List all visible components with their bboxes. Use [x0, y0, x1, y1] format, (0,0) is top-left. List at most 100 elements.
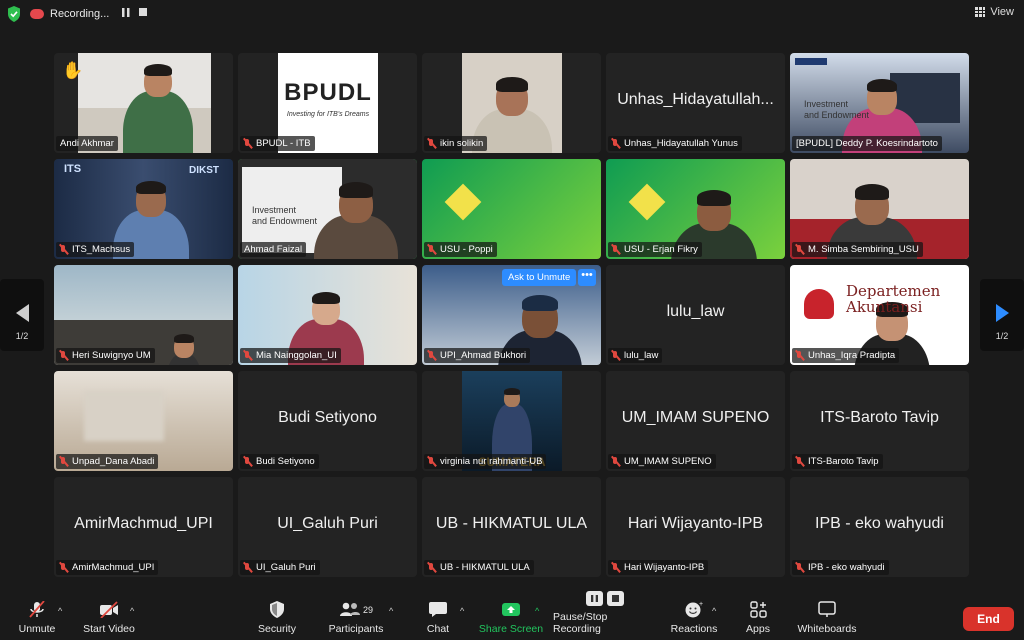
- participant-name: Mia Nainggolan_UI: [256, 350, 337, 361]
- participant-tile[interactable]: UM_IMAM SUPENO UM_IMAM SUPENO: [606, 371, 785, 471]
- participant-tile[interactable]: Mia Nainggolan_UI: [238, 265, 417, 365]
- muted-microphone-icon: [610, 562, 621, 573]
- participant-tile[interactable]: ✋ Andi Akhmar: [54, 53, 233, 153]
- participant-tile[interactable]: Hari Wijayanto-IPB Hari Wijayanto-IPB: [606, 477, 785, 577]
- reactions-button[interactable]: + Reactions: [670, 597, 718, 640]
- more-options-icon[interactable]: •••: [578, 269, 596, 286]
- participant-name-label: Heri Suwignyo UM: [56, 348, 155, 363]
- bpudl-logo: BPUDL: [284, 79, 372, 106]
- muted-microphone-icon: [58, 350, 69, 361]
- pause-stop-recording-label: Pause/Stop Recording: [553, 611, 608, 635]
- participant-tile[interactable]: Budi Setiyono Budi Setiyono: [238, 371, 417, 471]
- chat-button[interactable]: Chat: [420, 597, 456, 640]
- apps-label: Apps: [746, 623, 770, 635]
- apps-button[interactable]: Apps: [740, 597, 776, 640]
- participant-name-label: lulu_law: [608, 348, 663, 363]
- participant-name: Unhas_Iqra Pradipta: [808, 350, 896, 361]
- participant-name-label: ITS-Baroto Tavip: [792, 454, 883, 469]
- participants-caret-icon[interactable]: ^: [389, 606, 393, 616]
- participant-name-label: UB - HIKMATUL ULA: [424, 560, 534, 575]
- arrow-right-icon: [996, 304, 1009, 322]
- view-button[interactable]: View: [975, 6, 1014, 18]
- end-meeting-button[interactable]: End: [963, 607, 1014, 631]
- muted-microphone-icon: [794, 456, 805, 467]
- participant-name-label: Hari Wijayanto-IPB: [608, 560, 709, 575]
- raised-hand-icon: ✋: [62, 61, 84, 80]
- video-options-caret-icon[interactable]: ^: [130, 606, 134, 616]
- participant-tile[interactable]: Heri Suwignyo UM: [54, 265, 233, 365]
- reactions-caret-icon[interactable]: ^: [712, 606, 716, 616]
- participant-tile[interactable]: ITS-Baroto Tavip ITS-Baroto Tavip: [790, 371, 969, 471]
- share-screen-button[interactable]: Share Screen: [478, 597, 544, 640]
- participant-tile[interactable]: USU - Poppi: [422, 159, 601, 259]
- participant-name: Heri Suwignyo UM: [72, 350, 151, 361]
- whiteboards-button[interactable]: Whiteboards: [796, 597, 858, 640]
- participant-tile[interactable]: Ask to Unmute ••• UPI_Ahmad Bukhori: [422, 265, 601, 365]
- unmute-label: Unmute: [18, 623, 56, 635]
- start-video-button[interactable]: Start Video: [80, 597, 138, 640]
- participant-tile[interactable]: SUMATERA virginia nur rahmanti-UB: [422, 371, 601, 471]
- security-shield-icon: [270, 601, 284, 618]
- unmute-button[interactable]: Unmute: [14, 597, 60, 640]
- participant-tile[interactable]: BPUDL Investing for ITB's Dreams BPUDL -…: [238, 53, 417, 153]
- previous-page-button[interactable]: 1/2: [0, 279, 44, 351]
- pause-icon[interactable]: [122, 8, 130, 17]
- top-bar: Recording... View: [0, 0, 1024, 28]
- cloud-recording-icon: [30, 9, 44, 19]
- ask-to-unmute-button[interactable]: Ask to Unmute: [502, 269, 577, 286]
- chat-caret-icon[interactable]: ^: [460, 606, 464, 616]
- participant-display-name: lulu_law: [666, 303, 725, 320]
- pause-stop-recording-button[interactable]: Pause/Stop Recording: [553, 591, 657, 640]
- participant-name-label: ITS_Machsus: [56, 242, 135, 257]
- participant-tile[interactable]: Unpad_Dana Abadi: [54, 371, 233, 471]
- share-screen-caret-icon[interactable]: ^: [535, 606, 539, 616]
- participant-name: virginia nur rahmanti-UB: [440, 456, 543, 467]
- participant-name-label: Unhas_Hidayatullah Yunus: [608, 136, 742, 151]
- participant-name: BPUDL - ITB: [256, 138, 311, 149]
- participant-tile[interactable]: Investment and Endowment Ahmad Faizal: [238, 159, 417, 259]
- participant-display-name: UM_IMAM SUPENO: [621, 409, 770, 426]
- participant-display-name: UI_Galuh Puri: [277, 515, 378, 532]
- participant-tile[interactable]: Investment and Endowment [BPUDL] Deddy P.…: [790, 53, 969, 153]
- grid-view-icon: [975, 7, 986, 17]
- security-button[interactable]: Security: [254, 597, 300, 640]
- muted-microphone-icon: [242, 562, 253, 573]
- arrow-left-icon: [16, 304, 29, 322]
- participant-name-label: USU - Poppi: [424, 242, 497, 257]
- participant-display-name: Hari Wijayanto-IPB: [627, 515, 764, 532]
- participant-name-label: Mia Nainggolan_UI: [240, 348, 341, 363]
- next-page-button[interactable]: 1/2: [980, 279, 1024, 351]
- audio-options-caret-icon[interactable]: ^: [58, 606, 62, 616]
- participant-name-label: UPI_Ahmad Bukhori: [424, 348, 531, 363]
- muted-microphone-icon: [610, 244, 621, 255]
- muted-microphone-icon: [426, 244, 437, 255]
- participant-name: Ahmad Faizal: [244, 244, 303, 255]
- view-label: View: [990, 6, 1014, 18]
- participant-name-label: IPB - eko wahyudi: [792, 560, 889, 575]
- participant-tile[interactable]: lulu_law lulu_law: [606, 265, 785, 365]
- participant-name-label: M. Simba Sembiring_USU: [792, 242, 923, 257]
- participant-tile[interactable]: ITS DIKST ITS_Machsus: [54, 159, 233, 259]
- participant-tile[interactable]: UB - HIKMATUL ULA UB - HIKMATUL ULA: [422, 477, 601, 577]
- participant-tile[interactable]: ikin solikin: [422, 53, 601, 153]
- encryption-shield-icon[interactable]: [7, 6, 21, 22]
- participant-tile[interactable]: Departemen Akuntansi Unhas_Iqra Pradipta: [790, 265, 969, 365]
- participant-name-label: Ahmad Faizal: [240, 242, 307, 257]
- participant-name: Hari Wijayanto-IPB: [624, 562, 705, 573]
- svg-text:+: +: [699, 601, 703, 608]
- participant-tile[interactable]: USU - Erjan Fikry: [606, 159, 785, 259]
- apps-icon: [750, 601, 767, 618]
- whiteboards-label: Whiteboards: [797, 623, 857, 635]
- unhas-seal-icon: [804, 289, 834, 319]
- bpudl-tagline: Investing for ITB's Dreams: [286, 111, 370, 118]
- participant-tile[interactable]: AmirMachmud_UPI AmirMachmud_UPI: [54, 477, 233, 577]
- participant-tile[interactable]: IPB - eko wahyudi IPB - eko wahyudi: [790, 477, 969, 577]
- participant-name-label: BPUDL - ITB: [240, 136, 315, 151]
- stop-icon[interactable]: [139, 8, 147, 16]
- participant-tile[interactable]: M. Simba Sembiring_USU: [790, 159, 969, 259]
- participant-tile[interactable]: UI_Galuh Puri UI_Galuh Puri: [238, 477, 417, 577]
- participant-tile[interactable]: Unhas_Hidayatullah... Unhas_Hidayatullah…: [606, 53, 785, 153]
- participants-button[interactable]: 29 Participants: [326, 597, 386, 640]
- muted-microphone-icon: [242, 456, 253, 467]
- recording-indicator[interactable]: Recording...: [30, 5, 109, 23]
